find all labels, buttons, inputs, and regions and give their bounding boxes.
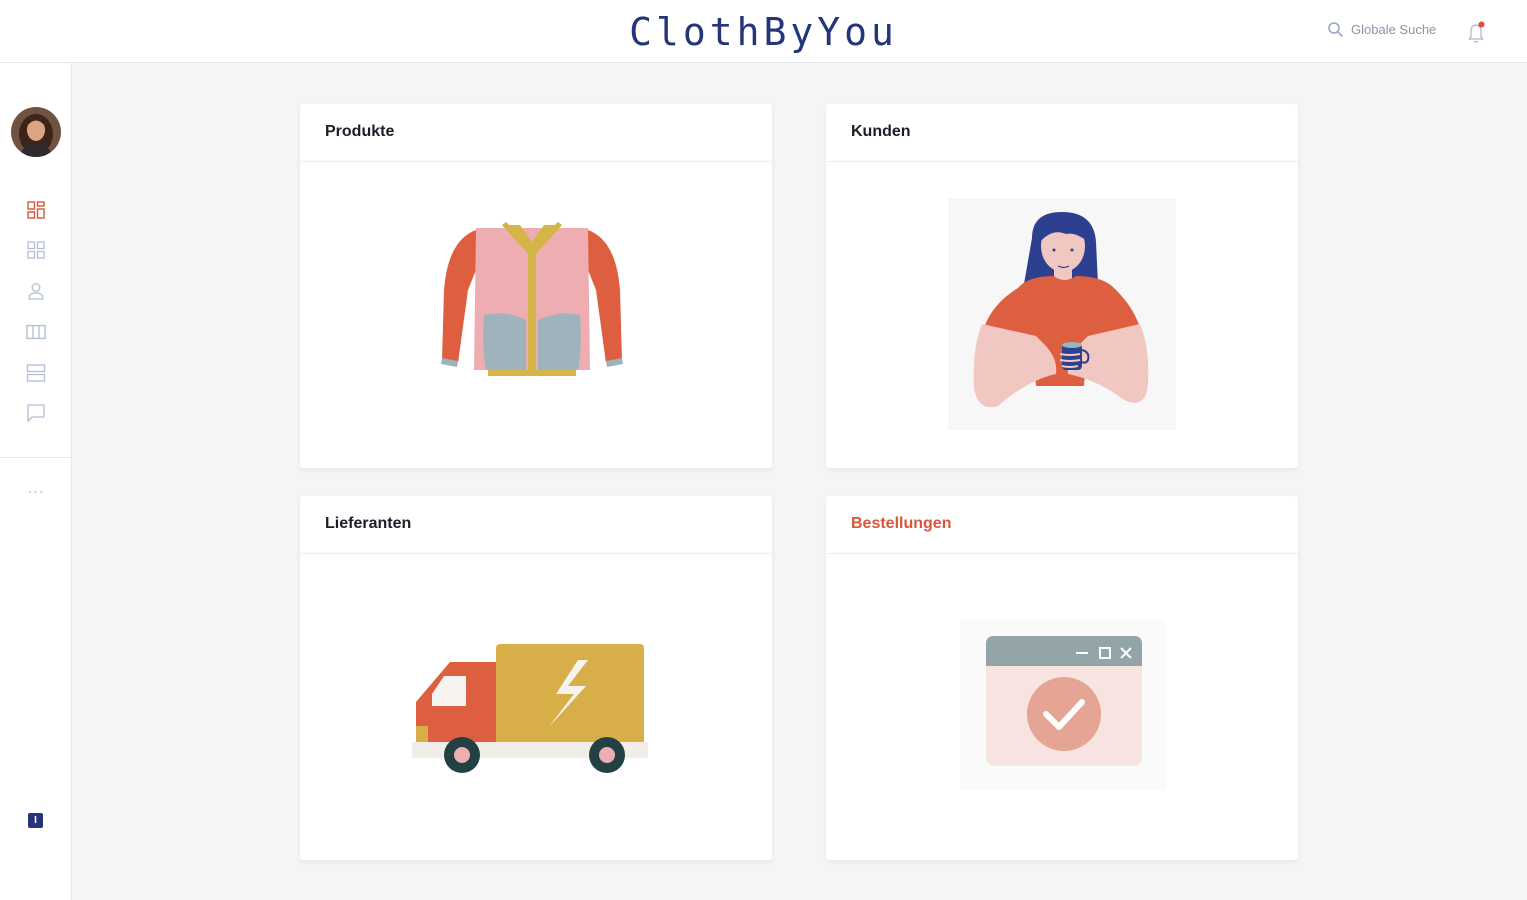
card-orders[interactable]: Bestellungen (826, 496, 1298, 860)
card-body (300, 554, 772, 860)
card-header: Kunden (826, 104, 1298, 162)
sidebar-item-dashboard[interactable] (24, 198, 48, 222)
user-icon (28, 283, 44, 300)
sidebar: ··· I (0, 63, 72, 900)
top-bar: ClothByYou Globale Suche (0, 0, 1527, 63)
card-body (826, 554, 1298, 860)
sidebar-item-customers[interactable] (24, 279, 48, 303)
sidebar-item-messages[interactable] (24, 401, 48, 425)
chat-icon (27, 404, 45, 422)
truck-illustration (412, 644, 648, 773)
jacket-illustration (441, 222, 623, 376)
card-body (826, 162, 1298, 468)
card-title: Kunden (851, 123, 911, 140)
bell-icon (1468, 21, 1485, 43)
brand-logo[interactable]: ClothByYou (0, 10, 1527, 54)
card-products[interactable]: Produkte (300, 104, 772, 468)
more-icon[interactable]: ··· (24, 483, 48, 503)
dashboard-icon (27, 201, 45, 219)
card-body (300, 162, 772, 468)
avatar[interactable] (11, 107, 61, 157)
customer-illustration (948, 198, 1176, 430)
sidebar-item-rows[interactable] (24, 361, 48, 385)
sidebar-badge[interactable]: I (28, 813, 43, 828)
search-label: Globale Suche (1351, 22, 1437, 37)
notifications-button[interactable] (1465, 20, 1489, 44)
card-customers[interactable]: Kunden (826, 104, 1298, 468)
card-title: Produkte (325, 123, 395, 140)
order-confirmed-illustration (960, 620, 1166, 790)
grid-icon (27, 241, 45, 259)
notification-dot (1478, 21, 1485, 28)
card-title: Lieferanten (325, 515, 412, 532)
search-icon (1328, 22, 1343, 37)
global-search[interactable]: Globale Suche (1327, 21, 1436, 38)
sidebar-divider (0, 457, 72, 458)
card-header: Bestellungen (826, 496, 1298, 554)
card-header: Produkte (300, 104, 772, 162)
columns-icon (26, 324, 46, 340)
rows-icon (26, 364, 46, 382)
card-header: Lieferanten (300, 496, 772, 554)
sidebar-item-grid[interactable] (24, 238, 48, 262)
sidebar-item-columns[interactable] (24, 320, 48, 344)
card-suppliers[interactable]: Lieferanten (300, 496, 772, 860)
card-title: Bestellungen (851, 515, 952, 532)
